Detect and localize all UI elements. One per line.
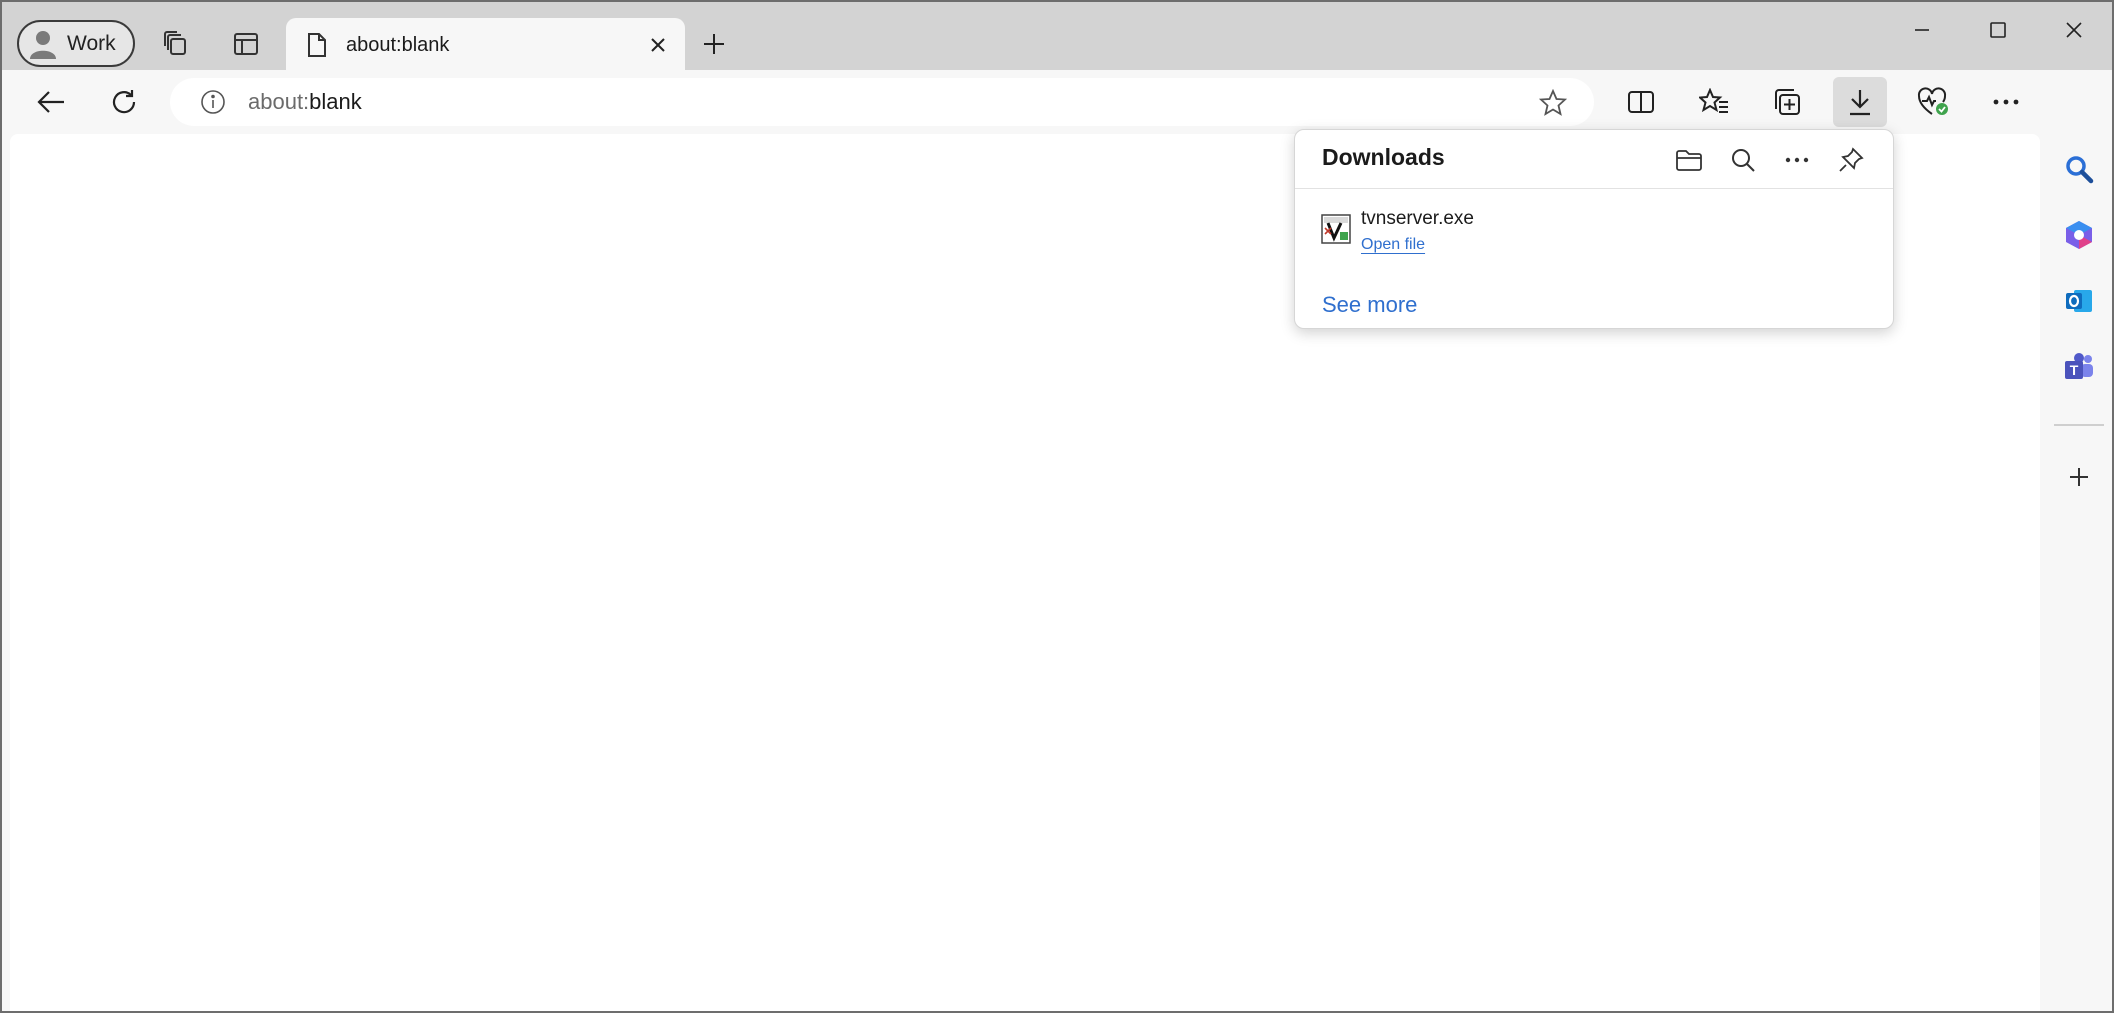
favorites-button[interactable] [1687, 77, 1741, 127]
sidebar-divider [2054, 424, 2104, 426]
sidebar: T [2042, 70, 2112, 1011]
search-downloads-button[interactable] [1723, 140, 1763, 180]
flyout-divider [1295, 188, 1893, 189]
svg-text:T: T [2070, 362, 2079, 378]
url-path: blank [309, 89, 362, 114]
folder-icon [1675, 148, 1703, 172]
pin-downloads-button[interactable] [1831, 140, 1871, 180]
url-scheme: about: [248, 89, 310, 114]
favorite-star-icon[interactable] [1538, 88, 1568, 118]
search-icon [1730, 147, 1756, 173]
downloads-flyout: Downloads tvnserver.exe Open file See mo… [1294, 129, 1894, 329]
tab-about-blank[interactable]: about:blank [286, 18, 685, 72]
downloads-more-options-button[interactable] [1777, 140, 1817, 180]
download-item[interactable]: tvnserver.exe Open file [1321, 206, 1861, 262]
maximize-button[interactable] [1968, 8, 2028, 52]
refresh-button[interactable] [97, 77, 151, 127]
address-bar[interactable]: about:blank [170, 78, 1594, 126]
new-tab-button[interactable] [692, 22, 736, 66]
outlook-icon [2064, 286, 2094, 316]
address-url[interactable]: about:blank [248, 89, 362, 115]
more-icon [1993, 98, 2019, 106]
tab-strip: Work about:blank [2, 2, 2112, 72]
workspaces-icon [162, 30, 190, 58]
browser-essentials-button[interactable] [1906, 77, 1960, 127]
collections-button[interactable] [1760, 77, 1814, 127]
downloads-icon [1846, 88, 1874, 116]
toolbar: about:blank [2, 70, 2112, 134]
teams-icon: T [2063, 352, 2095, 382]
browser-essentials-icon [1917, 87, 1949, 117]
open-downloads-folder-button[interactable] [1669, 140, 1709, 180]
add-icon [2068, 466, 2090, 488]
vnc-app-icon [1321, 214, 1351, 244]
plus-icon [702, 32, 726, 56]
split-screen-button[interactable] [1614, 77, 1668, 127]
open-file-link[interactable]: Open file [1361, 236, 1425, 254]
see-more-link[interactable]: See more [1322, 292, 1417, 318]
downloads-title: Downloads [1322, 144, 1445, 170]
sidebar-teams-button[interactable]: T [2054, 342, 2104, 392]
profile-label: Work [67, 31, 116, 55]
close-window-button[interactable] [2044, 8, 2104, 52]
back-icon [36, 89, 66, 115]
split-screen-icon [1627, 89, 1655, 115]
more-button[interactable] [1979, 77, 2033, 127]
minimize-icon [1913, 21, 1931, 39]
profile-button[interactable]: Work [17, 20, 135, 67]
tab-title: about:blank [346, 33, 450, 56]
workspaces-button[interactable] [154, 22, 198, 66]
sidebar-outlook-button[interactable] [2054, 276, 2104, 326]
tab-actions-icon [232, 30, 260, 58]
minimize-button[interactable] [1892, 8, 1952, 52]
favorites-icon [1699, 88, 1729, 116]
microsoft-365-icon [2064, 219, 2094, 251]
downloads-button[interactable] [1833, 77, 1887, 127]
vertical-tabs-button[interactable] [224, 22, 268, 66]
avatar-icon [29, 29, 57, 59]
collections-icon [1772, 87, 1802, 117]
search-icon [2064, 154, 2094, 184]
more-icon [1785, 157, 1809, 163]
browser-window: Work about:blank about:blank T Downloads… [0, 0, 2114, 1013]
close-icon [2065, 21, 2083, 39]
page-icon [306, 32, 328, 58]
close-tab-button[interactable] [645, 32, 671, 58]
maximize-icon [1989, 21, 2007, 39]
back-button[interactable] [24, 77, 78, 127]
sidebar-m365-button[interactable] [2054, 210, 2104, 260]
refresh-icon [110, 88, 138, 116]
download-file-name: tvnserver.exe [1361, 208, 1474, 229]
sidebar-add-button[interactable] [2054, 452, 2104, 502]
sidebar-search-button[interactable] [2054, 144, 2104, 194]
pin-icon [1838, 147, 1864, 173]
site-info-icon[interactable] [200, 89, 226, 115]
